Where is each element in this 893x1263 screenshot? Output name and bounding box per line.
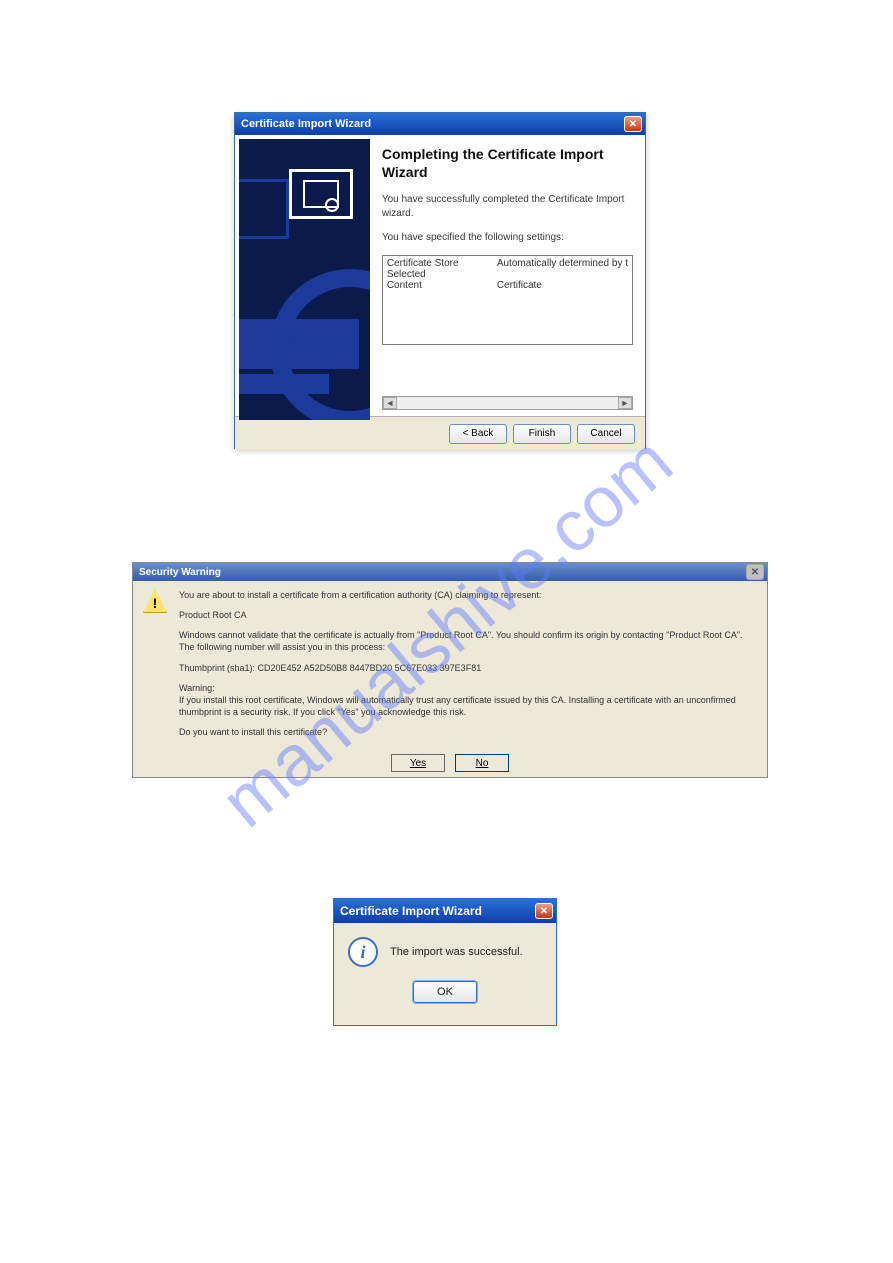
wizard-body: Completing the Certificate Import Wizard… xyxy=(235,135,645,417)
warning-line: You are about to install a certificate f… xyxy=(179,589,757,601)
settings-value: Automatically determined by t xyxy=(497,258,628,280)
finish-button[interactable]: Finish xyxy=(513,424,571,444)
settings-list: Certificate Store Selected Automatically… xyxy=(382,255,633,345)
warning-line: Product Root CA xyxy=(179,609,757,621)
close-button[interactable]: ✕ xyxy=(535,903,553,919)
settings-label: Certificate Store Selected xyxy=(387,258,497,280)
certificate-import-wizard-dialog: Certificate Import Wizard ✕ Completing t… xyxy=(234,112,646,449)
success-title: Certificate Import Wizard xyxy=(340,904,482,918)
settings-row: Content Certificate xyxy=(387,280,628,291)
cancel-button[interactable]: Cancel xyxy=(577,424,635,444)
close-button[interactable]: ✕ xyxy=(746,564,764,580)
warning-line: Do you want to install this certificate? xyxy=(179,726,757,738)
success-titlebar[interactable]: Certificate Import Wizard ✕ xyxy=(334,899,556,923)
success-text: The import was successful. xyxy=(390,946,523,958)
no-button[interactable]: No xyxy=(455,754,509,772)
settings-value: Certificate xyxy=(497,280,628,291)
horizontal-scrollbar[interactable]: ◄ ► xyxy=(382,396,633,410)
wizard-footer: < Back Finish Cancel xyxy=(235,417,645,450)
warning-titlebar[interactable]: Security Warning ✕ xyxy=(133,563,767,581)
warning-line: Thumbprint (sha1): CD20E452 A52D50B8 844… xyxy=(179,662,757,674)
warning-footer: Yes No xyxy=(133,750,767,780)
wizard-side-graphic xyxy=(239,139,370,420)
settings-label: Content xyxy=(387,280,497,291)
close-icon: ✕ xyxy=(540,906,548,917)
security-warning-dialog: Security Warning ✕ ! You are about to in… xyxy=(132,562,768,778)
success-footer: OK xyxy=(334,973,556,1013)
warning-line: Warning: If you install this root certif… xyxy=(179,682,757,718)
close-icon: ✕ xyxy=(629,119,637,130)
warning-line: Windows cannot validate that the certifi… xyxy=(179,629,757,653)
success-body: i The import was successful. xyxy=(334,923,556,973)
warning-text: You are about to install a certificate f… xyxy=(179,589,757,746)
wizard-title: Certificate Import Wizard xyxy=(241,118,371,130)
import-success-dialog: Certificate Import Wizard ✕ i The import… xyxy=(333,898,557,1026)
wizard-text-2: You have specified the following setting… xyxy=(382,231,633,245)
close-icon: ✕ xyxy=(751,567,759,578)
ok-button[interactable]: OK xyxy=(413,981,477,1003)
scroll-right-button[interactable]: ► xyxy=(618,397,632,409)
certificate-icon xyxy=(289,169,353,219)
wizard-titlebar[interactable]: Certificate Import Wizard ✕ xyxy=(235,113,645,135)
info-icon: i xyxy=(348,937,378,967)
wizard-content: Completing the Certificate Import Wizard… xyxy=(370,135,645,416)
settings-row: Certificate Store Selected Automatically… xyxy=(387,258,628,280)
yes-button[interactable]: Yes xyxy=(391,754,445,772)
back-button[interactable]: < Back xyxy=(449,424,507,444)
chevron-left-icon: ◄ xyxy=(385,398,394,408)
warning-icon: ! xyxy=(143,589,167,613)
chevron-right-icon: ► xyxy=(621,398,630,408)
wizard-text-1: You have successfully completed the Cert… xyxy=(382,193,633,221)
close-button[interactable]: ✕ xyxy=(624,116,642,132)
wizard-heading: Completing the Certificate Import Wizard xyxy=(382,145,633,181)
scroll-left-button[interactable]: ◄ xyxy=(383,397,397,409)
warning-body: ! You are about to install a certificate… xyxy=(133,581,767,750)
warning-title: Security Warning xyxy=(139,567,221,578)
